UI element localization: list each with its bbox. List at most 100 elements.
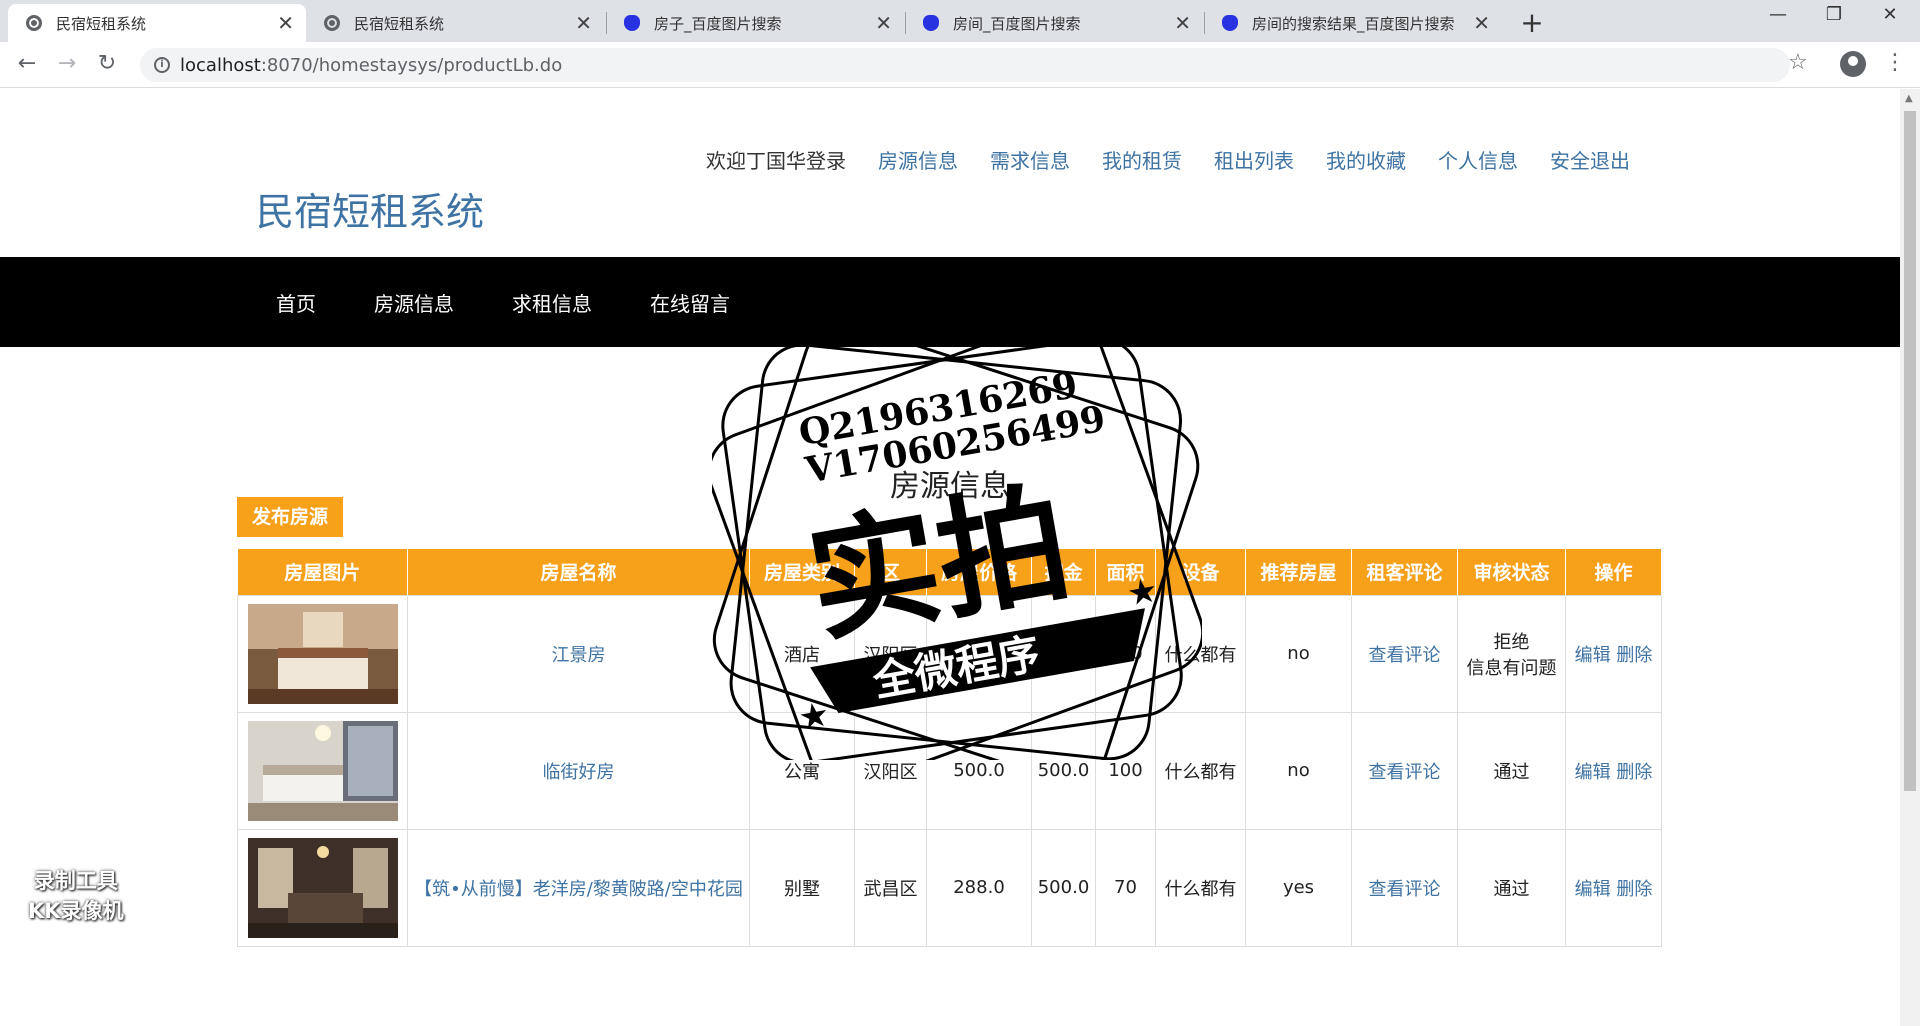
column-header: 面积 <box>1095 549 1156 595</box>
recorder-line2: KK录像机 <box>28 899 124 923</box>
new-tab-button[interactable]: + <box>1516 6 1548 39</box>
globe-icon <box>26 15 42 31</box>
user-nav-favorites[interactable]: 我的收藏 <box>1326 145 1406 174</box>
user-nav-demands[interactable]: 需求信息 <box>990 145 1070 174</box>
more-menu-icon[interactable]: ⋮ <box>1884 50 1906 75</box>
main-nav-listings[interactable]: 房源信息 <box>374 288 454 317</box>
close-window-icon[interactable]: ✕ <box>1870 4 1910 25</box>
column-header: 房屋名称 <box>407 549 750 595</box>
user-nav: 欢迎丁国华登录 房源信息 需求信息 我的租赁 租出列表 我的收藏 个人信息 安全… <box>706 145 1630 174</box>
comments-cell: 查看评论 <box>1351 711 1458 830</box>
scroll-thumb[interactable] <box>1904 111 1916 791</box>
delete-link[interactable]: 删除 <box>1616 645 1652 666</box>
restore-icon[interactable]: ❐ <box>1814 4 1854 25</box>
equipment-cell: 什么都有 <box>1155 594 1246 713</box>
recommended-cell: no <box>1245 594 1352 713</box>
welcome-text: 欢迎丁国华登录 <box>706 149 846 173</box>
area-cell: 120 <box>1095 594 1156 713</box>
column-header: 审核状态 <box>1457 549 1566 595</box>
tab-title: 房子_百度图片搜索 <box>654 14 782 33</box>
table-row: 【筑•从前慢】老洋房/黎黄陂路/空中花园 别墅 武昌区 288.0 500.0 … <box>237 828 1662 947</box>
listing-table: 房屋图片 房屋名称 房屋类别 区 房屋价格 押金 面积 设备 推荐房屋 租客评论… <box>237 549 1662 947</box>
baidu-paw-icon <box>624 15 640 31</box>
equipment-cell: 什么都有 <box>1155 711 1246 830</box>
view-comments-link[interactable]: 查看评论 <box>1369 645 1441 666</box>
listing-name-cell[interactable]: 江景房 <box>407 594 750 713</box>
browser-tab[interactable]: 房间的搜索结果_百度图片搜索 ✕ <box>1204 4 1502 42</box>
user-nav-logout[interactable]: 安全退出 <box>1550 145 1630 174</box>
column-header: 推荐房屋 <box>1245 549 1352 595</box>
main-nav-messages[interactable]: 在线留言 <box>650 288 730 317</box>
forward-icon[interactable]: → <box>52 51 82 76</box>
user-nav-my-rentals[interactable]: 我的租赁 <box>1102 145 1182 174</box>
close-icon[interactable]: ✕ <box>575 11 592 35</box>
district-cell: 汉阳区 <box>854 711 927 830</box>
district-cell: 武昌区 <box>854 828 927 947</box>
deposit-cell: 500.0 <box>1031 711 1096 830</box>
price-cell: 500.0 <box>926 711 1032 830</box>
district-cell: 汉阳区 <box>854 594 927 713</box>
status-note: 信息有问题 <box>1466 657 1557 679</box>
delete-link[interactable]: 删除 <box>1616 762 1652 783</box>
scroll-up-icon[interactable]: ▲ <box>1905 93 1913 104</box>
tab-title: 民宿短租系统 <box>354 14 445 33</box>
type-cell: 公寓 <box>749 711 855 830</box>
tab-title: 房间的搜索结果_百度图片搜索 <box>1252 14 1455 33</box>
browser-tab[interactable]: 民宿短租系统 ✕ <box>8 4 306 42</box>
photo-cell <box>237 828 408 947</box>
edit-link[interactable]: 编辑 <box>1575 645 1611 666</box>
listing-name-link[interactable]: 【筑•从前慢】老洋房/黎黄陂路/空中花园 <box>414 879 743 900</box>
listing-name-link[interactable]: 江景房 <box>552 645 606 666</box>
bookmark-star-icon[interactable]: ☆ <box>1788 50 1808 75</box>
table-row: 临街好房 公寓 汉阳区 500.0 500.0 100 什么都有 no 查看评论… <box>237 711 1662 830</box>
user-nav-rented-out[interactable]: 租出列表 <box>1214 145 1294 174</box>
user-nav-profile[interactable]: 个人信息 <box>1438 145 1518 174</box>
table-header-row: 房屋图片 房屋名称 房屋类别 区 房屋价格 押金 面积 设备 推荐房屋 租客评论… <box>237 549 1662 595</box>
close-icon[interactable]: ✕ <box>1473 11 1490 35</box>
reload-icon[interactable]: ↻ <box>92 51 122 76</box>
column-header: 设备 <box>1155 549 1246 595</box>
edit-link[interactable]: 编辑 <box>1575 762 1611 783</box>
listing-name-link[interactable]: 临街好房 <box>543 762 615 783</box>
listing-name-cell[interactable]: 临街好房 <box>407 711 750 830</box>
user-nav-listings[interactable]: 房源信息 <box>878 145 958 174</box>
main-nav-home[interactable]: 首页 <box>276 288 316 317</box>
minimize-icon[interactable]: — <box>1758 4 1798 25</box>
edit-link[interactable]: 编辑 <box>1575 879 1611 900</box>
browser-tab[interactable]: 房子_百度图片搜索 ✕ <box>606 4 904 42</box>
price-cell <box>926 594 1032 713</box>
close-icon[interactable]: ✕ <box>277 11 294 35</box>
room-photo <box>247 603 398 704</box>
delete-link[interactable]: 删除 <box>1616 879 1652 900</box>
info-icon[interactable]: i <box>154 57 170 73</box>
address-bar[interactable]: i localhost:8070/homestaysys/productLb.d… <box>140 48 1790 82</box>
publish-listing-button[interactable]: 发布房源 <box>237 497 343 537</box>
price-cell: 288.0 <box>926 828 1032 947</box>
area-cell: 100 <box>1095 711 1156 830</box>
recorder-watermark: 录制工具 KK录像机 <box>28 866 124 926</box>
back-icon[interactable]: ← <box>12 51 42 76</box>
close-icon[interactable]: ✕ <box>1174 11 1191 35</box>
browser-tab[interactable]: 民宿短租系统 ✕ <box>306 4 604 42</box>
deposit-cell <box>1031 594 1096 713</box>
browser-tab-bar: 民宿短租系统 ✕ 民宿短租系统 ✕ 房子_百度图片搜索 ✕ 房间_百度图片搜索 … <box>0 0 1920 42</box>
browser-tab[interactable]: 房间_百度图片搜索 ✕ <box>905 4 1203 42</box>
close-icon[interactable]: ✕ <box>875 11 892 35</box>
listing-name-cell[interactable]: 【筑•从前慢】老洋房/黎黄陂路/空中花园 <box>407 828 750 947</box>
main-nav: 首页 房源信息 求租信息 在线留言 <box>0 257 1900 347</box>
equipment-cell: 什么都有 <box>1155 828 1246 947</box>
column-header: 区 <box>854 549 927 595</box>
column-header: 房屋类别 <box>749 549 855 595</box>
page-viewport: 民宿短租系统 欢迎丁国华登录 房源信息 需求信息 我的租赁 租出列表 我的收藏 … <box>0 89 1900 1026</box>
actions-cell: 编辑 删除 <box>1565 711 1662 830</box>
status-cell: 拒绝 信息有问题 <box>1457 594 1566 713</box>
profile-icon[interactable] <box>1840 51 1866 77</box>
site-title: 民宿短租系统 <box>256 190 485 234</box>
view-comments-link[interactable]: 查看评论 <box>1369 762 1441 783</box>
recorder-line1: 录制工具 <box>33 869 118 893</box>
recommended-cell: no <box>1245 711 1352 830</box>
status-text: 通过 <box>1493 878 1530 900</box>
page-scrollbar[interactable]: ▲ <box>1900 89 1920 1026</box>
main-nav-wanted[interactable]: 求租信息 <box>512 288 592 317</box>
view-comments-link[interactable]: 查看评论 <box>1369 879 1441 900</box>
